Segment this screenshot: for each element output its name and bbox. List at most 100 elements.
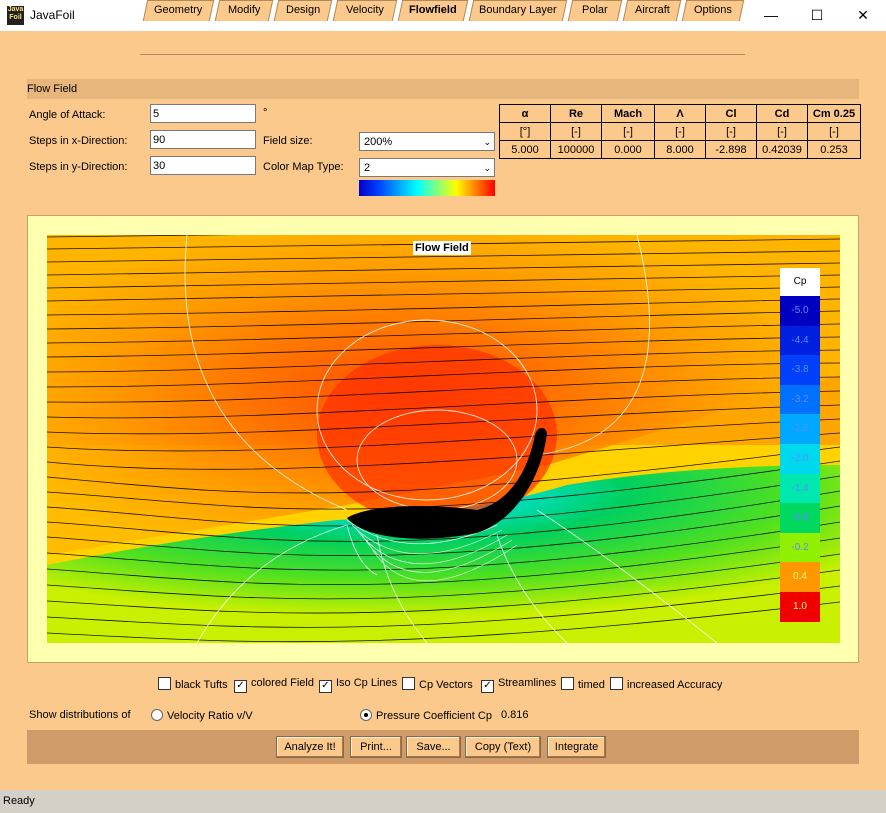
legend-item: -1.4	[780, 473, 820, 504]
colormap-value: 2	[364, 162, 371, 174]
results-unit-row: [°] [-] [-] [-] [-] [-] [-]	[499, 122, 861, 141]
legend-item: -4.4	[780, 325, 820, 356]
unit-cell: [-]	[705, 122, 757, 141]
legend-item: -2.6	[780, 414, 820, 444]
pressure-value: 0.816	[501, 709, 529, 721]
legend-item: 0.4	[780, 562, 820, 592]
results-table: α Re Mach Λ Cl Cd Cm 0.25 [°] [-] [-] [-…	[499, 104, 861, 159]
flowfield-image	[47, 235, 840, 643]
streamlines-checkbox[interactable]: ✓ Streamlines	[481, 677, 556, 693]
header-cell: Cm 0.25	[807, 104, 861, 123]
tab-velocity[interactable]: Velocity	[332, 0, 398, 21]
save-button[interactable]: Save...	[406, 736, 461, 758]
unit-cell: [-]	[654, 122, 706, 141]
black-tufts-checkbox[interactable]: black Tufts	[158, 677, 228, 691]
tab-options[interactable]: Options	[681, 0, 745, 21]
stepsx-label: Steps in x-Direction:	[29, 135, 128, 147]
checkmark-icon[interactable]: ✓	[319, 680, 332, 693]
status-bar: Ready	[0, 790, 886, 813]
checkbox-box[interactable]	[610, 677, 623, 690]
section-title: Flow Field	[27, 83, 78, 95]
legend-item: 1.0	[780, 591, 820, 622]
flowfield-plot	[47, 235, 840, 643]
checkbox-box[interactable]	[402, 677, 415, 690]
stepsy-input[interactable]: 30	[150, 156, 256, 175]
value-cell: 0.000	[601, 140, 655, 159]
value-cell: 5.000	[499, 140, 551, 159]
fieldsize-label: Field size:	[263, 135, 313, 147]
header-cell: Mach	[601, 104, 655, 123]
radio-button[interactable]	[151, 709, 163, 721]
chevron-down-icon: ⌄	[483, 163, 491, 173]
distribution-label: Show distributions of	[29, 709, 131, 721]
checkbox-box[interactable]	[561, 677, 574, 690]
unit-cell: [°]	[499, 122, 551, 141]
value-cell: -2.898	[705, 140, 757, 159]
unit-cell: [-]	[550, 122, 602, 141]
cp-legend: Cp -5.0 -4.4 -3.8 -3.2 -2.6 -2.0 -1.4 -0.8 -0.2 0…	[780, 268, 820, 622]
header-cell: α	[499, 104, 551, 123]
value-cell: 100000	[550, 140, 602, 159]
legend-item: -3.2	[780, 384, 820, 415]
status-text: Ready	[3, 795, 35, 807]
integrate-button[interactable]: Integrate	[547, 736, 606, 758]
analyze-button[interactable]: Analyze It!	[276, 736, 344, 758]
unit-cell: [-]	[756, 122, 808, 141]
value-cell: 0.42039	[756, 140, 808, 159]
close-button[interactable]: ✕	[840, 0, 886, 31]
tab-polar[interactable]: Polar	[567, 0, 623, 21]
tab-aircraft[interactable]: Aircraft	[622, 0, 682, 21]
stepsy-label: Steps in y-Direction:	[29, 161, 128, 173]
velocity-ratio-radio[interactable]: Velocity Ratio v/V	[151, 709, 253, 722]
tab-design[interactable]: Design	[273, 0, 333, 21]
maximize-button[interactable]: ☐	[794, 0, 840, 31]
checkmark-icon[interactable]: ✓	[481, 680, 494, 693]
print-button[interactable]: Print...	[350, 736, 402, 758]
header-cell: Cd	[756, 104, 808, 123]
cp-vectors-checkbox[interactable]: Cp Vectors	[402, 677, 473, 691]
results-header-row: α Re Mach Λ Cl Cd Cm 0.25	[499, 104, 861, 123]
pressure-coefficient-radio[interactable]: Pressure Coefficient Cp	[360, 709, 492, 722]
legend-item: -3.8	[780, 355, 820, 385]
colormap-select[interactable]: 2 ⌄	[359, 158, 495, 177]
window-title: JavaFoil	[30, 8, 75, 22]
increased-accuracy-checkbox[interactable]: increased Accuracy	[610, 677, 722, 691]
legend-item: -5.0	[780, 296, 820, 326]
legend-title: Cp	[780, 268, 820, 296]
plot-title: Flow Field	[413, 241, 471, 255]
timed-checkbox[interactable]: timed	[561, 677, 605, 691]
section-header: Flow Field	[27, 79, 859, 99]
iso-cp-lines-checkbox[interactable]: ✓ Iso Cp Lines	[319, 677, 397, 693]
radio-button-selected[interactable]	[360, 709, 372, 721]
checkbox-box[interactable]	[158, 677, 171, 690]
angle-unit: °	[263, 107, 268, 119]
header-cell: Cl	[705, 104, 757, 123]
legend-item: -0.2	[780, 532, 820, 563]
minimize-button[interactable]: —	[748, 0, 794, 31]
app-logo-icon: Java Foil	[7, 6, 24, 25]
colormap-label: Color Map Type:	[263, 161, 344, 173]
tab-flowfield[interactable]: Flowfield	[397, 0, 469, 21]
legend-item: -2.0	[780, 443, 820, 474]
value-cell: 8.000	[654, 140, 706, 159]
colored-field-checkbox[interactable]: ✓ colored Field	[234, 677, 314, 693]
header-cell: Λ	[654, 104, 706, 123]
checkmark-icon[interactable]: ✓	[234, 680, 247, 693]
tab-geometry[interactable]: Geometry	[142, 0, 215, 21]
tab-modify[interactable]: Modify	[214, 0, 274, 21]
chevron-down-icon: ⌄	[483, 137, 491, 147]
unit-cell: [-]	[807, 122, 861, 141]
fieldsize-value: 200%	[364, 136, 393, 148]
legend-item: -0.8	[780, 503, 820, 533]
tab-boundary-layer[interactable]: Boundary Layer	[468, 0, 568, 21]
angle-input[interactable]: 5	[150, 104, 256, 123]
header-cell: Re	[550, 104, 602, 123]
stepsx-input[interactable]: 90	[150, 130, 256, 149]
value-cell: 0.253	[807, 140, 861, 159]
tab-underline	[140, 54, 745, 55]
results-value-row: 5.000 100000 0.000 8.000 -2.898 0.42039 …	[499, 140, 861, 159]
colormap-preview	[359, 180, 495, 196]
unit-cell: [-]	[601, 122, 655, 141]
copy-text-button[interactable]: Copy (Text)	[465, 736, 541, 758]
fieldsize-select[interactable]: 200% ⌄	[359, 132, 495, 151]
